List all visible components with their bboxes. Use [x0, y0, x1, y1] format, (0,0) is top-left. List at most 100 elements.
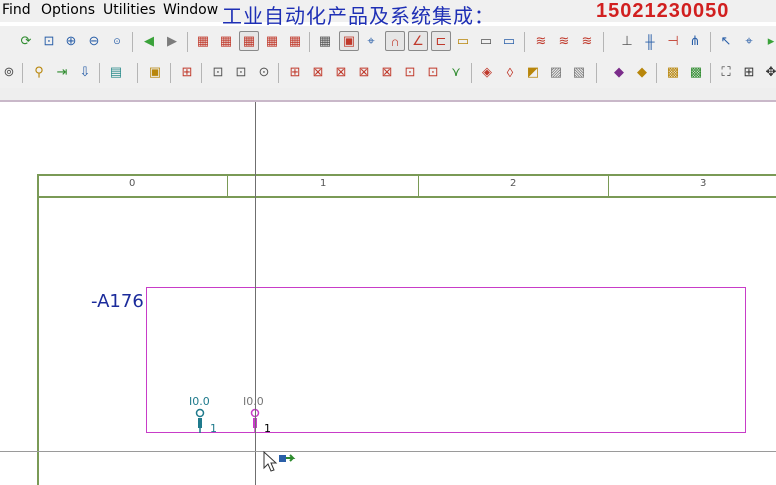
separator	[656, 63, 657, 83]
wire-c-icon[interactable]: ≋	[578, 32, 596, 50]
more-icon[interactable]: ▸	[762, 32, 776, 50]
coil-f-icon[interactable]: ⊡	[401, 63, 419, 81]
menu-options[interactable]: Options	[41, 2, 95, 18]
busbar-icon[interactable]: ╫	[641, 32, 659, 50]
grid-e-icon[interactable]: ▦	[286, 32, 304, 50]
symbol-label: I0.0	[189, 395, 210, 408]
separator	[524, 32, 525, 52]
plug-icon[interactable]: ⚲	[30, 63, 48, 81]
text-box-icon[interactable]: ▭	[454, 32, 472, 50]
symbol-a-icon[interactable]: ▣	[146, 63, 164, 81]
grid-a-icon[interactable]: ▦	[194, 32, 212, 50]
connect-icon[interactable]: ⊏	[431, 31, 451, 51]
move-icon[interactable]: ✥	[762, 63, 776, 81]
pin-c-icon[interactable]: ◩	[524, 63, 542, 81]
pin-b-icon[interactable]: ◊	[501, 63, 519, 81]
toolbar-divider	[0, 88, 776, 102]
coil-b-icon[interactable]: ⊠	[309, 63, 327, 81]
terminal-icon[interactable]: ⊥	[618, 32, 636, 50]
move-down-icon[interactable]: ⇩	[76, 63, 94, 81]
line-rect-icon[interactable]: ▭	[500, 32, 518, 50]
pointer-line-icon[interactable]: ↖	[717, 32, 735, 50]
select-frame-icon[interactable]: ⛶	[717, 63, 735, 81]
device-tag: -A176	[91, 291, 144, 312]
menu-utilities[interactable]: Utilities	[103, 2, 156, 18]
refresh-icon[interactable]: ⟳	[17, 32, 35, 50]
rectangle-icon[interactable]: ▭	[477, 32, 495, 50]
crosshair-icon[interactable]: ⌖	[362, 32, 380, 50]
contact-b-icon[interactable]: ⊡	[232, 63, 250, 81]
menu-find[interactable]: Find	[2, 2, 31, 18]
group-b-icon[interactable]: ▩	[687, 63, 705, 81]
pin-number: 1	[210, 422, 217, 435]
separator	[201, 63, 202, 83]
coil-h-icon[interactable]: ⋎	[447, 63, 465, 81]
layer-a-icon[interactable]: ◆	[610, 63, 628, 81]
group-a-icon[interactable]: ▩	[664, 63, 682, 81]
column-divider	[608, 174, 609, 196]
branch-icon[interactable]: ⋔	[686, 32, 704, 50]
banner-text: 工业自动化产品及系统集成：	[222, 4, 495, 28]
coil-c-icon[interactable]: ⊠	[332, 63, 350, 81]
zoom-out-icon[interactable]: ⊖	[85, 32, 103, 50]
crosshair-vertical	[255, 102, 256, 485]
magnet-icon[interactable]: ∩	[385, 31, 405, 51]
zoom-window-icon[interactable]: ⊡	[40, 32, 58, 50]
connection-point-icon[interactable]	[193, 408, 207, 434]
grid-c-icon[interactable]: ▦	[239, 31, 259, 51]
contact-c-icon[interactable]: ⊙	[255, 63, 273, 81]
separator	[710, 32, 711, 52]
menu-window[interactable]: Window	[163, 2, 218, 18]
toolbar-row-2: ⊚ ⚲ ⇥ ⇩ ▤ ▣ ⊞ ⊡ ⊡ ⊙ ⊞ ⊠ ⊠ ⊠ ⊠ ⊡ ⊡ ⋎ ◈ ◊ …	[0, 58, 776, 89]
sheet-column-band	[37, 196, 776, 198]
column-label: 3	[700, 178, 707, 189]
banner-phone: 15021230050	[596, 0, 730, 22]
separator	[99, 63, 100, 83]
sheet-frame-top	[37, 174, 776, 176]
coil-g-icon[interactable]: ⊡	[424, 63, 442, 81]
magnet-angle-icon[interactable]: ∠	[408, 31, 428, 51]
coil-e-icon[interactable]: ⊠	[378, 63, 396, 81]
column-label: 2	[510, 178, 517, 189]
wire-b-icon[interactable]: ≋	[555, 32, 573, 50]
zoom-in-icon[interactable]: ⊕	[62, 32, 80, 50]
grid-d-icon[interactable]: ▦	[263, 32, 281, 50]
junction-icon[interactable]: ⊣	[664, 32, 682, 50]
symbol-b-icon[interactable]: ⊞	[178, 63, 196, 81]
forward-icon[interactable]: ▶	[163, 32, 181, 50]
select-cross-icon[interactable]: ⊞	[740, 63, 758, 81]
symbol-label: I0.0	[243, 395, 264, 408]
device-icon[interactable]: ⊚	[0, 63, 18, 81]
wire-a-icon[interactable]: ≋	[532, 32, 550, 50]
pin-number: 1	[264, 422, 271, 435]
node-icon[interactable]: ⌖	[740, 32, 758, 50]
column-divider	[227, 174, 228, 196]
separator	[22, 63, 23, 83]
coil-d-icon[interactable]: ⊠	[355, 63, 373, 81]
back-icon[interactable]: ◀	[140, 32, 158, 50]
zoom-100-icon[interactable]: ⊙	[108, 32, 126, 50]
image-icon[interactable]: ▧	[570, 63, 588, 81]
separator	[710, 63, 711, 83]
layer-b-icon[interactable]: ◆	[633, 63, 651, 81]
separator	[187, 32, 188, 52]
hatch-icon[interactable]: ▨	[547, 63, 565, 81]
column-label: 1	[320, 178, 327, 189]
separator	[603, 32, 604, 52]
snap-grid-icon[interactable]: ▣	[339, 31, 359, 51]
separator	[596, 63, 597, 83]
grid-b-icon[interactable]: ▦	[217, 32, 235, 50]
contact-a-icon[interactable]: ⊡	[209, 63, 227, 81]
device-box[interactable]	[146, 287, 746, 433]
page-icon[interactable]: ▤	[107, 63, 125, 81]
separator	[278, 63, 279, 83]
separator	[309, 32, 310, 52]
coil-a-icon[interactable]: ⊞	[286, 63, 304, 81]
insert-icon[interactable]: ⇥	[53, 63, 71, 81]
column-divider	[418, 174, 419, 196]
separator	[132, 32, 133, 52]
grid-icon[interactable]: ▦	[316, 32, 334, 50]
sheet-frame-left	[37, 174, 39, 485]
crosshair-horizontal	[0, 451, 776, 452]
pin-a-icon[interactable]: ◈	[478, 63, 496, 81]
